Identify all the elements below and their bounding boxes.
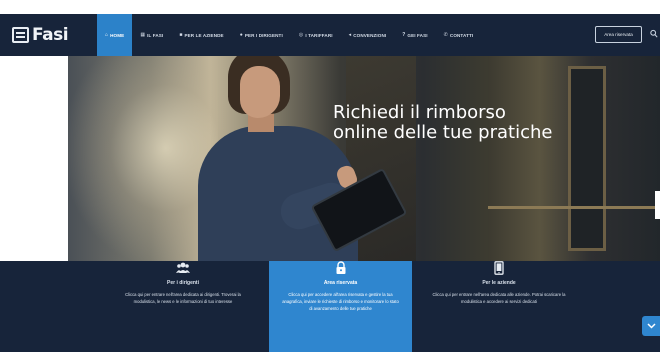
scroll-down-button[interactable] (642, 316, 660, 336)
nav-item-gei-fasi[interactable]: ? GEI FASI (394, 14, 435, 56)
card-title: Per le aziende (482, 280, 516, 286)
search-icon[interactable] (650, 29, 658, 39)
hero-photo-corridor-door (568, 66, 606, 251)
card-description: Clicca qui per entrare nell'area dedicat… (432, 292, 566, 304)
logo-text: Fasi (32, 25, 69, 45)
question-icon: ? (402, 32, 406, 38)
nav-label: GEI FASI (407, 32, 428, 38)
main-nav: ⌂ HOME ▦ IL FASI ■ PER LE AZIENDE ● PER … (97, 14, 481, 56)
chevron-down-icon (646, 323, 656, 329)
home-icon: ⌂ (105, 32, 109, 38)
nav-label: CONTATTI (449, 32, 474, 38)
nav-item-home[interactable]: ⌂ HOME (97, 14, 133, 56)
top-navigation-bar: Fasi ⌂ HOME ▦ IL FASI ■ PER LE AZIENDE ●… (0, 14, 660, 56)
phone-icon: ✆ (443, 32, 448, 38)
nav-label: I TARIFFARI (305, 32, 333, 38)
tablet-icon (494, 261, 504, 275)
nav-item-il-fasi[interactable]: ▦ IL FASI (132, 14, 171, 56)
nav-label: HOME (110, 32, 125, 38)
hero-title-line-1: Richiedi il rimborso (333, 102, 506, 123)
page: Fasi ⌂ HOME ▦ IL FASI ■ PER LE AZIENDE ●… (0, 0, 660, 352)
card-per-le-aziende[interactable]: Per le aziende Clicca qui per entrare ne… (412, 261, 586, 352)
card-description: Clicca qui per entrare nell'area dedicat… (125, 292, 241, 304)
hero-photo (68, 56, 660, 261)
fasi-logo[interactable]: Fasi (12, 24, 69, 46)
card-title: Area riservata (323, 280, 358, 286)
nav-item-tariffari[interactable]: ◎ I TARIFFARI (291, 14, 341, 56)
quick-access-cards: Per i dirigenti Clicca qui per entrare n… (0, 261, 660, 352)
nav-label: PER I DIRIGENTI (244, 32, 283, 38)
hero-title: Richiedi il rimborso online delle tue pr… (333, 103, 583, 143)
fasi-logo-mark (12, 27, 29, 43)
nav-item-convenzioni[interactable]: ◂ CONVENZIONI (341, 14, 395, 56)
nav-label: IL FASI (147, 32, 164, 38)
building-icon: ▦ (140, 32, 146, 38)
nav-label: CONVENZIONI (353, 32, 387, 38)
side-feedback-tab[interactable] (655, 191, 660, 219)
card-per-i-dirigenti[interactable]: Per i dirigenti Clicca qui per entrare n… (96, 261, 270, 352)
reserved-area-button[interactable]: Area riservata (595, 26, 642, 43)
users-icon: ● (239, 32, 243, 38)
card-area-riservata[interactable]: Area riservata Clicca qui per accedere a… (269, 261, 412, 352)
nav-label: PER LE AZIENDE (184, 32, 224, 38)
hero-photo-handrail (488, 206, 660, 209)
handshake-icon: ◂ (348, 32, 352, 38)
hero-title-line-2: online delle tue pratiche (333, 122, 553, 143)
woman-face (240, 66, 280, 118)
card-description: Clicca qui per accedere all'area riserva… (282, 292, 399, 311)
nav-item-per-i-dirigenti[interactable]: ● PER I DIRIGENTI (232, 14, 291, 56)
lock-icon (336, 261, 345, 274)
nav-item-per-le-aziende[interactable]: ■ PER LE AZIENDE (171, 14, 231, 56)
card-title: Per i dirigenti (167, 280, 199, 286)
users-icon (176, 262, 190, 273)
family-icon: ◎ (298, 32, 304, 38)
hero-banner: Richiedi il rimborso online delle tue pr… (0, 56, 660, 261)
briefcase-icon: ■ (179, 32, 183, 38)
nav-item-contatti[interactable]: ✆ CONTATTI (436, 14, 482, 56)
